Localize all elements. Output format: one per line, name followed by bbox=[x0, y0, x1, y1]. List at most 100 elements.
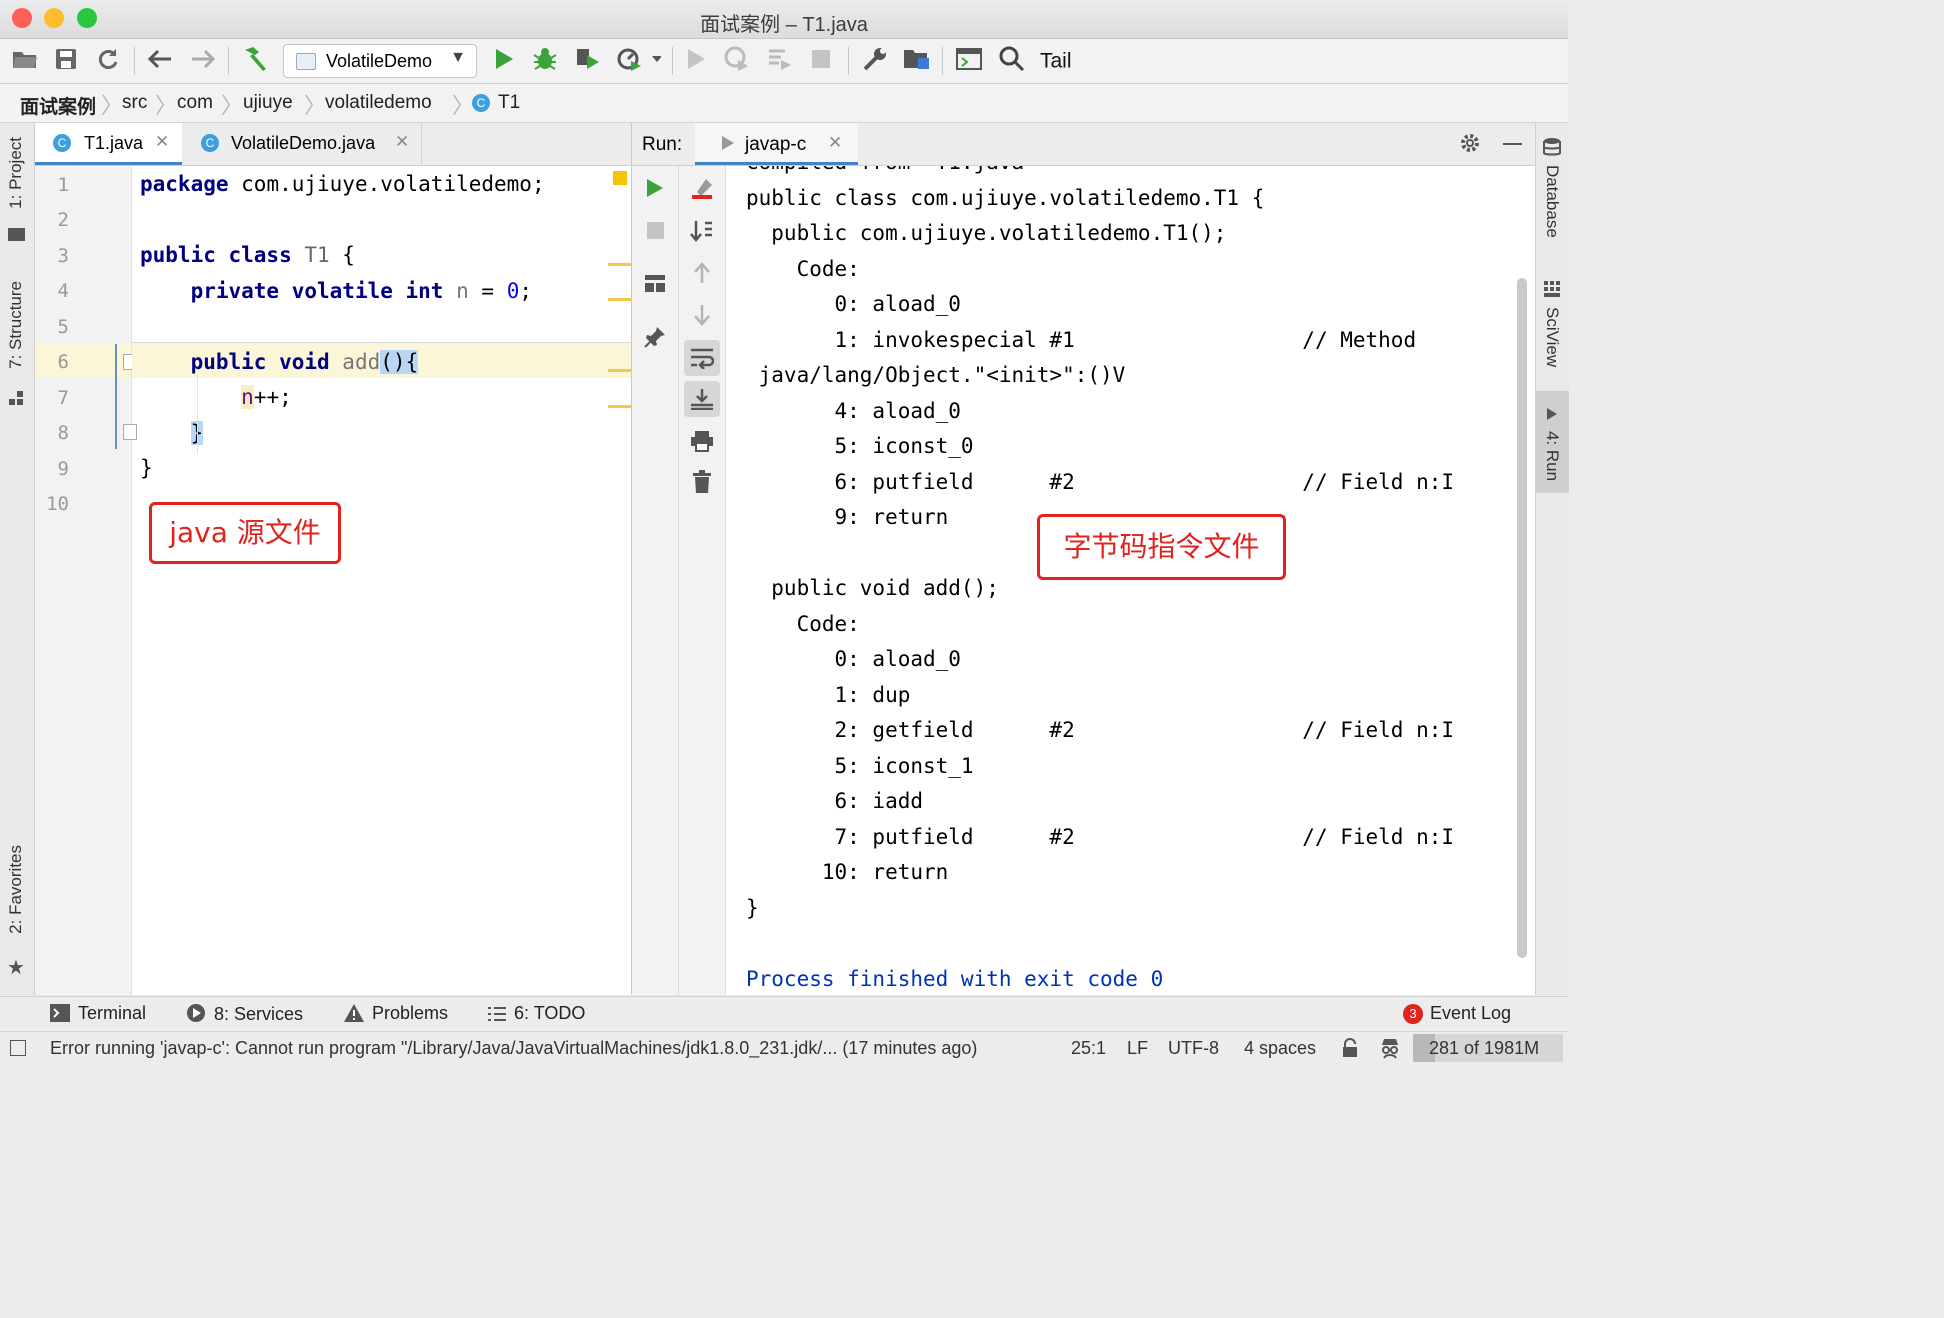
file-encoding[interactable]: UTF-8 bbox=[1168, 1038, 1219, 1059]
line-gutter: 1 2 3 4 5 6 7 8 9 10 bbox=[35, 166, 137, 995]
trash-icon[interactable] bbox=[679, 470, 725, 500]
warning-stripe[interactable] bbox=[608, 405, 631, 408]
breadcrumb-item[interactable]: src bbox=[122, 92, 147, 114]
console-output[interactable]: Compiled from "T1.java" public class com… bbox=[726, 166, 1535, 995]
warning-stripe[interactable] bbox=[608, 298, 631, 301]
source-file-annotation: java 源文件 bbox=[149, 502, 341, 564]
chevron-down-icon: ▼ bbox=[450, 49, 466, 66]
forward-arrow-icon[interactable] bbox=[190, 49, 216, 73]
save-icon[interactable] bbox=[55, 48, 77, 74]
warning-stripe[interactable] bbox=[608, 263, 631, 266]
breadcrumb-item[interactable]: 面试案例 bbox=[20, 92, 96, 119]
run-tool-tab[interactable]: 4: Run bbox=[1536, 391, 1569, 493]
code-token: package bbox=[140, 172, 229, 196]
structure-tool-tab[interactable]: 7: Structure bbox=[6, 281, 26, 369]
caret-position[interactable]: 25:1 bbox=[1071, 1038, 1106, 1059]
inspector-icon[interactable] bbox=[1379, 1037, 1401, 1064]
breadcrumb-item[interactable]: com bbox=[177, 92, 213, 114]
line-separator[interactable]: LF bbox=[1127, 1038, 1148, 1059]
sciview-icon bbox=[1544, 281, 1560, 302]
stop-icon[interactable] bbox=[812, 50, 830, 72]
sync-icon[interactable] bbox=[96, 47, 120, 75]
lock-icon[interactable] bbox=[1341, 1038, 1359, 1063]
console-line: 7: putfield #2 // Field n:I bbox=[746, 825, 1455, 849]
search-icon[interactable] bbox=[999, 46, 1025, 76]
run-toolbar-secondary bbox=[679, 166, 726, 995]
terminal-icon bbox=[50, 1004, 70, 1022]
console-line: java/lang/Object."<init>":()V bbox=[746, 363, 1126, 387]
soft-wrap-toggle[interactable] bbox=[684, 340, 720, 376]
project-tool-tab[interactable]: 1: Project bbox=[6, 137, 26, 209]
sciview-tool-tab[interactable]: SciView bbox=[1542, 307, 1562, 367]
status-message[interactable]: Error running 'javap-c': Cannot run prog… bbox=[50, 1038, 977, 1059]
sort-down-icon[interactable] bbox=[679, 220, 725, 248]
code-editor[interactable]: 1 2 3 4 5 6 7 8 9 10 package com.ujiuye.… bbox=[35, 166, 631, 995]
step-icon[interactable] bbox=[767, 48, 793, 74]
settings-wrench-icon[interactable] bbox=[862, 46, 888, 76]
memory-label: 281 of 1981M bbox=[1429, 1038, 1540, 1058]
run-configuration-dropdown[interactable]: VolatileDemo ▼ bbox=[283, 44, 477, 78]
console-line: 1: invokespecial #1 // Method bbox=[746, 328, 1417, 352]
line-number: 9 bbox=[57, 458, 69, 480]
minimize-panel-icon[interactable] bbox=[1503, 143, 1522, 145]
project-structure-icon[interactable] bbox=[903, 47, 931, 75]
list-icon bbox=[488, 1007, 506, 1021]
breadcrumb-item[interactable]: ujiuye bbox=[243, 92, 293, 114]
coverage-icon[interactable] bbox=[575, 47, 601, 75]
favorites-tool-tab[interactable]: 2: Favorites bbox=[6, 845, 26, 934]
warning-icon bbox=[344, 1004, 364, 1022]
tail-button[interactable]: Tail bbox=[1040, 51, 1072, 72]
terminal-tool-tab[interactable]: Terminal bbox=[50, 1003, 146, 1024]
console-line: 6: putfield #2 // Field n:I bbox=[746, 470, 1455, 494]
debug-icon[interactable] bbox=[533, 47, 557, 75]
inspection-status-icon[interactable] bbox=[613, 171, 627, 185]
tab-volatiledemo-java[interactable]: C VolatileDemo.java ✕ bbox=[183, 123, 422, 165]
code-token: n bbox=[443, 279, 469, 303]
clear-all-icon[interactable] bbox=[679, 178, 725, 206]
services-tool-tab[interactable]: 8: Services bbox=[186, 1003, 303, 1025]
rerun-icon[interactable] bbox=[632, 178, 678, 204]
run-panel-label: Run: bbox=[642, 134, 683, 155]
breadcrumb-item[interactable]: C T1 bbox=[472, 92, 520, 114]
fold-marker-icon[interactable] bbox=[123, 424, 137, 440]
down-arrow-icon[interactable] bbox=[679, 304, 725, 332]
run-disabled-icon[interactable] bbox=[686, 48, 706, 74]
database-icon bbox=[1543, 137, 1561, 162]
tab-javap-c[interactable]: javap-c ✕ bbox=[695, 123, 858, 165]
memory-indicator[interactable]: 281 of 1981M bbox=[1413, 1034, 1563, 1062]
close-tab-icon[interactable]: ✕ bbox=[395, 132, 409, 152]
open-folder-icon[interactable] bbox=[12, 48, 38, 74]
scroll-to-end-toggle[interactable] bbox=[684, 381, 720, 417]
layout-icon[interactable] bbox=[632, 274, 678, 300]
star-icon: ★ bbox=[7, 957, 25, 979]
print-icon[interactable] bbox=[679, 430, 725, 458]
attach-icon[interactable] bbox=[724, 46, 750, 76]
tab-label: 6: TODO bbox=[514, 1003, 586, 1023]
console-line: Code: bbox=[746, 612, 860, 636]
console-line: 6: iadd bbox=[746, 789, 924, 813]
problems-tool-tab[interactable]: Problems bbox=[344, 1003, 448, 1024]
tool-windows-toggle-icon[interactable] bbox=[10, 1040, 26, 1056]
terminal-window-icon[interactable] bbox=[956, 48, 982, 74]
vertical-scrollbar[interactable] bbox=[1517, 278, 1527, 958]
event-log-tool-tab[interactable]: 3 Event Log bbox=[1403, 1003, 1511, 1024]
indent-setting[interactable]: 4 spaces bbox=[1244, 1038, 1316, 1059]
database-tool-tab[interactable]: Database bbox=[1542, 165, 1562, 238]
build-hammer-icon[interactable] bbox=[241, 46, 269, 76]
title-bar: 面试案例 – T1.java bbox=[0, 0, 1568, 39]
back-arrow-icon[interactable] bbox=[147, 49, 173, 73]
close-tab-icon[interactable]: ✕ bbox=[155, 132, 169, 152]
close-tab-icon[interactable]: ✕ bbox=[828, 133, 842, 153]
run-icon[interactable] bbox=[494, 48, 514, 74]
profile-icon[interactable] bbox=[617, 47, 662, 75]
folder-icon bbox=[8, 228, 25, 241]
breadcrumb-item[interactable]: volatiledemo bbox=[325, 92, 432, 114]
warning-stripe[interactable] bbox=[608, 369, 631, 372]
bytecode-annotation: 字节码指令文件 bbox=[1037, 514, 1286, 580]
stop-icon[interactable] bbox=[632, 222, 678, 245]
gear-icon[interactable] bbox=[1459, 132, 1481, 159]
todo-tool-tab[interactable]: 6: TODO bbox=[488, 1003, 585, 1024]
pin-icon[interactable] bbox=[632, 326, 678, 354]
up-arrow-icon[interactable] bbox=[679, 262, 725, 290]
tab-t1-java[interactable]: C T1.java ✕ bbox=[35, 123, 182, 165]
